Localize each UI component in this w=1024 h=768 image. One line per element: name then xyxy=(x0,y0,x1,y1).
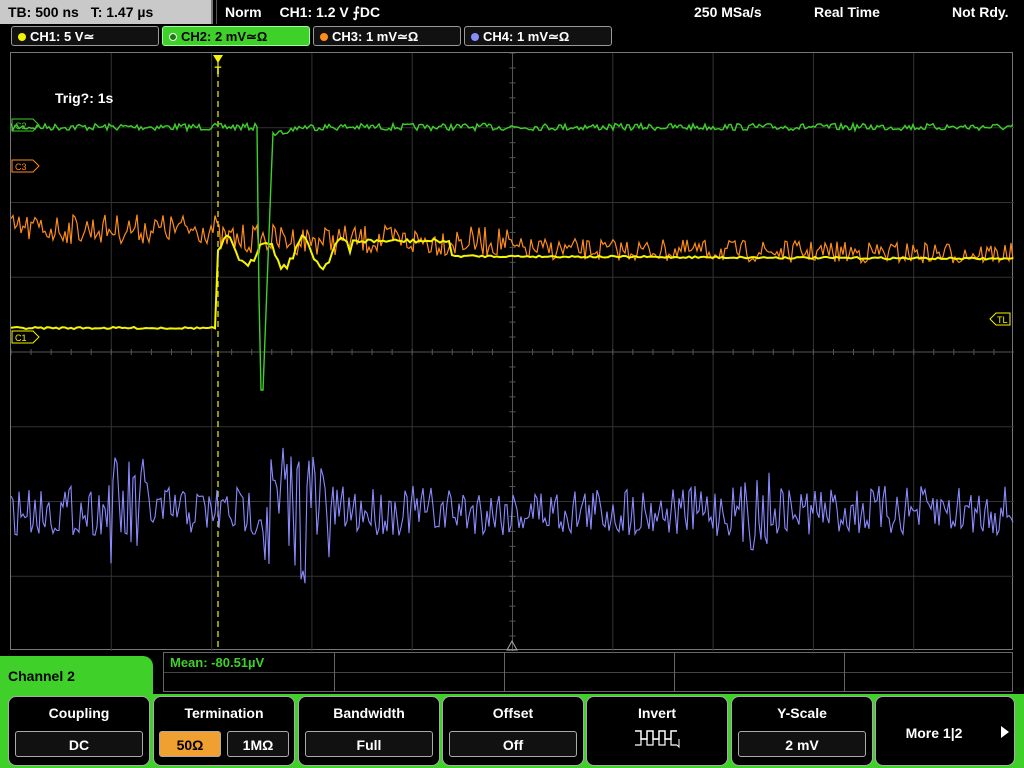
measurement-column-divider xyxy=(674,653,675,691)
tab-ch2-label: CH2: 2 mV≃Ω xyxy=(181,29,268,44)
sample-rate[interactable]: 250 MSa/s xyxy=(694,0,762,24)
waveform-display[interactable]: T C2 C3 C1 TL Trig?: 1s xyxy=(10,52,1014,651)
measurement-divider xyxy=(164,672,1012,673)
coupling-title: Coupling xyxy=(48,705,110,721)
tab-ch3[interactable]: CH3: 1 mV≃Ω xyxy=(313,26,461,46)
ch3-level-marker[interactable]: C3 xyxy=(11,159,40,173)
trigger-source: CH1: 1.2 V ⨍DC xyxy=(279,4,381,20)
acquisition-mode: Real Time xyxy=(814,4,880,20)
timebase-value: TB: 500 ns xyxy=(8,4,79,20)
ch2-level-marker[interactable]: C2 xyxy=(11,118,40,132)
tab-ch1[interactable]: CH1: 5 V≃ xyxy=(11,26,159,46)
measurement-column-divider xyxy=(844,653,845,691)
channel-tabs: CH1: 5 V≃ CH2: 2 mV≃Ω CH3: 1 mV≃Ω CH4: 1… xyxy=(0,26,1024,48)
trigger-level-marker[interactable]: TL xyxy=(989,312,1011,326)
coupling-value[interactable]: DC xyxy=(15,731,143,757)
yscale-title: Y-Scale xyxy=(777,705,827,721)
ch4-dot-icon xyxy=(471,33,479,41)
bandwidth-value[interactable]: Full xyxy=(305,731,433,757)
trigger-status-text: Trig?: 1s xyxy=(55,90,114,106)
ch1-level-marker[interactable]: C1 xyxy=(11,330,40,344)
ch3-dot-icon xyxy=(320,33,328,41)
channel-menu-title: Channel 2 xyxy=(0,656,153,696)
ch1-dot-icon xyxy=(18,33,26,41)
coupling-softkey[interactable]: Coupling DC xyxy=(8,696,150,766)
ch3-marker-label: C3 xyxy=(15,162,27,172)
more-softkey[interactable]: More 1|2 xyxy=(875,696,1015,766)
timebase-box[interactable]: TB: 500 ns T: 1.47 µs xyxy=(0,0,213,24)
invert-title: Invert xyxy=(637,705,677,721)
yscale-value[interactable]: 2 mV xyxy=(738,731,866,757)
termination-50ohm-option[interactable]: 50Ω xyxy=(159,731,221,757)
offset-title: Offset xyxy=(492,705,534,721)
offset-softkey[interactable]: Offset Off xyxy=(442,696,584,766)
invert-softkey[interactable]: Invert xyxy=(586,696,728,766)
ch2-dot-icon xyxy=(169,33,177,41)
measurement-column-divider xyxy=(334,653,335,691)
trigger-level-label: TL xyxy=(997,315,1008,325)
trigger-marker-icon[interactable]: T xyxy=(213,55,223,77)
invert-waveform-icon xyxy=(635,730,680,749)
more-label: More 1|2 xyxy=(905,725,963,741)
offset-value[interactable]: Off xyxy=(449,731,577,757)
ready-status: Not Rdy. xyxy=(952,4,1009,20)
termination-title: Termination xyxy=(184,705,264,721)
yscale-softkey[interactable]: Y-Scale 2 mV xyxy=(731,696,873,766)
termination-1mohm-option[interactable]: 1MΩ xyxy=(227,731,289,757)
trigger-mode: Norm xyxy=(225,4,262,20)
measurement-column-divider xyxy=(504,653,505,691)
tab-ch2[interactable]: CH2: 2 mV≃Ω xyxy=(162,26,310,46)
mean-measurement: Mean: -80.51µV xyxy=(170,655,265,670)
trigger-time-value: T: 1.47 µs xyxy=(90,4,154,20)
next-page-arrow-icon xyxy=(1001,726,1009,738)
status-bar: TB: 500 ns T: 1.47 µs Norm CH1: 1.2 V ⨍D… xyxy=(0,0,1024,24)
tab-ch3-label: CH3: 1 mV≃Ω xyxy=(332,29,419,44)
tab-ch4[interactable]: CH4: 1 mV≃Ω xyxy=(464,26,612,46)
tab-ch4-label: CH4: 1 mV≃Ω xyxy=(483,29,570,44)
bandwidth-softkey[interactable]: Bandwidth Full xyxy=(298,696,440,766)
softkey-bar: Coupling DC Termination 50Ω 1MΩ Bandwidt… xyxy=(0,694,1024,768)
ch2-marker-label: C2 xyxy=(15,121,27,131)
graticule xyxy=(11,53,1014,651)
waveform-canvas: T C2 C3 C1 TL Trig?: 1s xyxy=(11,53,1014,651)
ch1-marker-label: C1 xyxy=(15,333,27,343)
tab-ch1-label: CH1: 5 V≃ xyxy=(30,29,95,44)
termination-softkey[interactable]: Termination 50Ω 1MΩ xyxy=(153,696,295,766)
bandwidth-title: Bandwidth xyxy=(333,705,405,721)
measurement-panel[interactable]: Mean: -80.51µV xyxy=(163,652,1013,692)
trigger-info[interactable]: Norm CH1: 1.2 V ⨍DC xyxy=(216,0,686,24)
trigger-marker-label: T xyxy=(215,65,222,77)
